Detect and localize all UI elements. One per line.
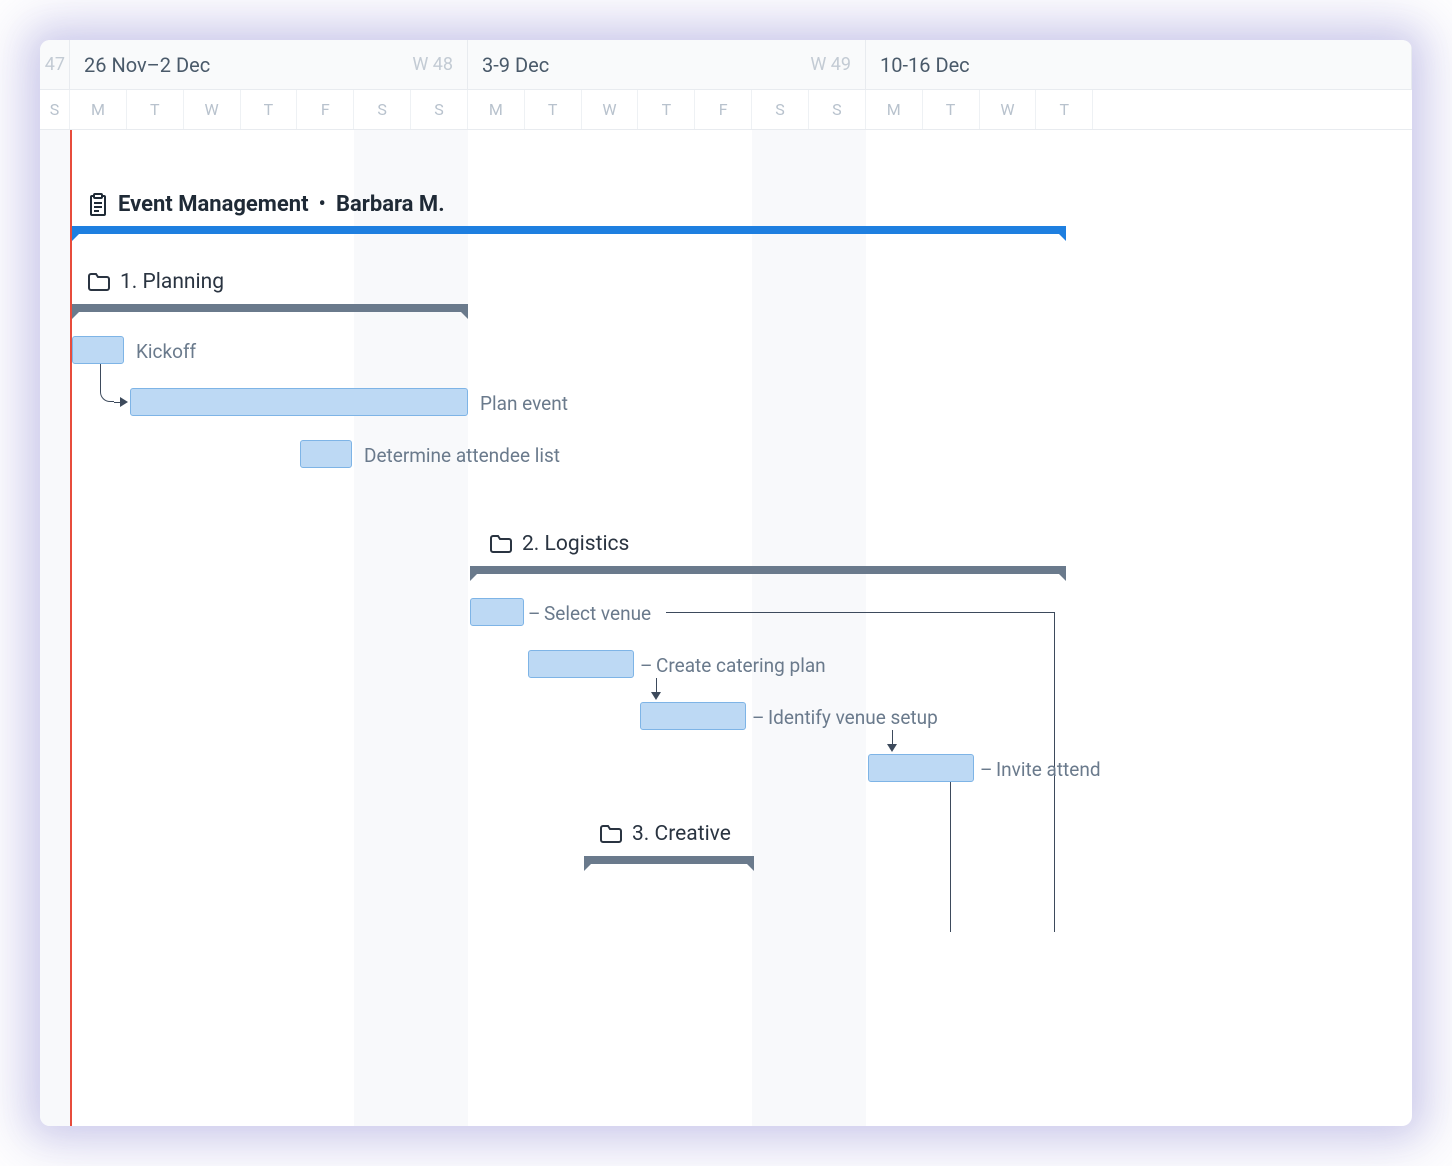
week-range-2-text: 10-16 Dec [880, 53, 970, 77]
task-bar-invite[interactable] [868, 754, 974, 782]
separator-dot: • [319, 192, 326, 217]
weekend-band [354, 130, 468, 1126]
weekend-band [40, 130, 70, 1126]
task-label-catering: Create catering plan [656, 654, 826, 677]
day-cell: T [525, 90, 582, 129]
task-bar-select-venue[interactable] [470, 598, 524, 626]
task-bar-plan-event[interactable] [130, 388, 468, 416]
day-cell: T [923, 90, 980, 129]
week-range-0[interactable]: 26 Nov–2 Dec W 48 [70, 40, 468, 89]
group-header-creative[interactable]: 3. Creative [600, 822, 731, 846]
day-cell: T [638, 90, 695, 129]
project-title-text: Event Management [118, 192, 309, 217]
day-cell: S [809, 90, 866, 129]
week-number-1: W 49 [810, 54, 851, 75]
task-label-kickoff: Kickoff [136, 340, 196, 363]
day-cell: M [70, 90, 127, 129]
group-header-planning[interactable]: 1. Planning [88, 270, 224, 294]
day-cell: F [695, 90, 752, 129]
task-label-plan-event: Plan event [480, 392, 568, 415]
dependency-line [100, 388, 114, 402]
group-creative-bar[interactable] [584, 856, 754, 872]
group-logistics-bar[interactable] [470, 566, 1066, 582]
gantt-chart[interactable]: 47 26 Nov–2 Dec W 48 3-9 Dec W 49 10-16 … [40, 40, 1412, 1126]
task-label-identify-setup: Identify venue setup [768, 706, 938, 729]
dependency-arrow-icon [887, 744, 897, 752]
day-cell: S [411, 90, 468, 129]
day-cell: W [184, 90, 241, 129]
dependency-arrow-icon [120, 397, 128, 407]
day-cell: W [980, 90, 1037, 129]
dash: – [980, 758, 992, 781]
day-cell: W [582, 90, 639, 129]
group-logistics-label: 2. Logistics [522, 532, 629, 556]
group-creative-label: 3. Creative [632, 822, 731, 846]
group-planning-bar[interactable] [72, 304, 468, 320]
project-duration-bar[interactable] [72, 226, 1066, 242]
dash: – [640, 654, 652, 677]
week-range-0-text: 26 Nov–2 Dec [84, 53, 210, 77]
project-owner-text: Barbara M. [336, 192, 445, 217]
task-label-invite: Invite attend [996, 758, 1101, 781]
day-cell: S [354, 90, 411, 129]
task-bar-kickoff[interactable] [72, 336, 124, 364]
week-number-prev: 47 [40, 40, 70, 89]
day-cell: M [468, 90, 525, 129]
clipboard-icon [88, 193, 108, 217]
week-range-1[interactable]: 3-9 Dec W 49 [468, 40, 866, 89]
day-cell: S [40, 90, 70, 129]
dependency-line [666, 612, 1054, 613]
day-cell: T [241, 90, 298, 129]
task-label-select-venue: Select venue [544, 602, 651, 625]
dash: – [752, 706, 764, 729]
dependency-line [100, 364, 101, 388]
week-range-1-text: 3-9 Dec [482, 53, 549, 77]
today-marker [70, 130, 72, 1126]
folder-icon [600, 825, 622, 843]
task-bar-catering[interactable] [528, 650, 634, 678]
group-header-logistics[interactable]: 2. Logistics [490, 532, 629, 556]
timeline-days-header: S M T W T F S S M T W T F S S M T W T [40, 90, 1412, 130]
project-header[interactable]: Event Management • Barbara M. [88, 192, 445, 217]
task-label-determine-attendee: Determine attendee list [364, 444, 560, 467]
weekend-band [752, 130, 866, 1126]
day-cell: F [297, 90, 354, 129]
day-cell: S [752, 90, 809, 129]
group-planning-label: 1. Planning [120, 270, 224, 294]
task-bar-determine-attendee[interactable] [300, 440, 352, 468]
gantt-body[interactable]: Event Management • Barbara M. 1. Plannin… [40, 130, 1412, 1126]
dependency-line [950, 782, 951, 932]
week-number-prev-label: 47 [45, 54, 65, 75]
folder-icon [88, 273, 110, 291]
dash: – [528, 602, 540, 625]
dependency-arrow-icon [651, 692, 661, 700]
folder-icon [490, 535, 512, 553]
week-number-0: W 48 [412, 54, 453, 75]
day-cell: T [127, 90, 184, 129]
task-bar-identify-setup[interactable] [640, 702, 746, 730]
week-range-2[interactable]: 10-16 Dec [866, 40, 1412, 89]
timeline-weeks-header: 47 26 Nov–2 Dec W 48 3-9 Dec W 49 10-16 … [40, 40, 1412, 90]
day-cell: T [1036, 90, 1093, 129]
day-cell: M [866, 90, 923, 129]
